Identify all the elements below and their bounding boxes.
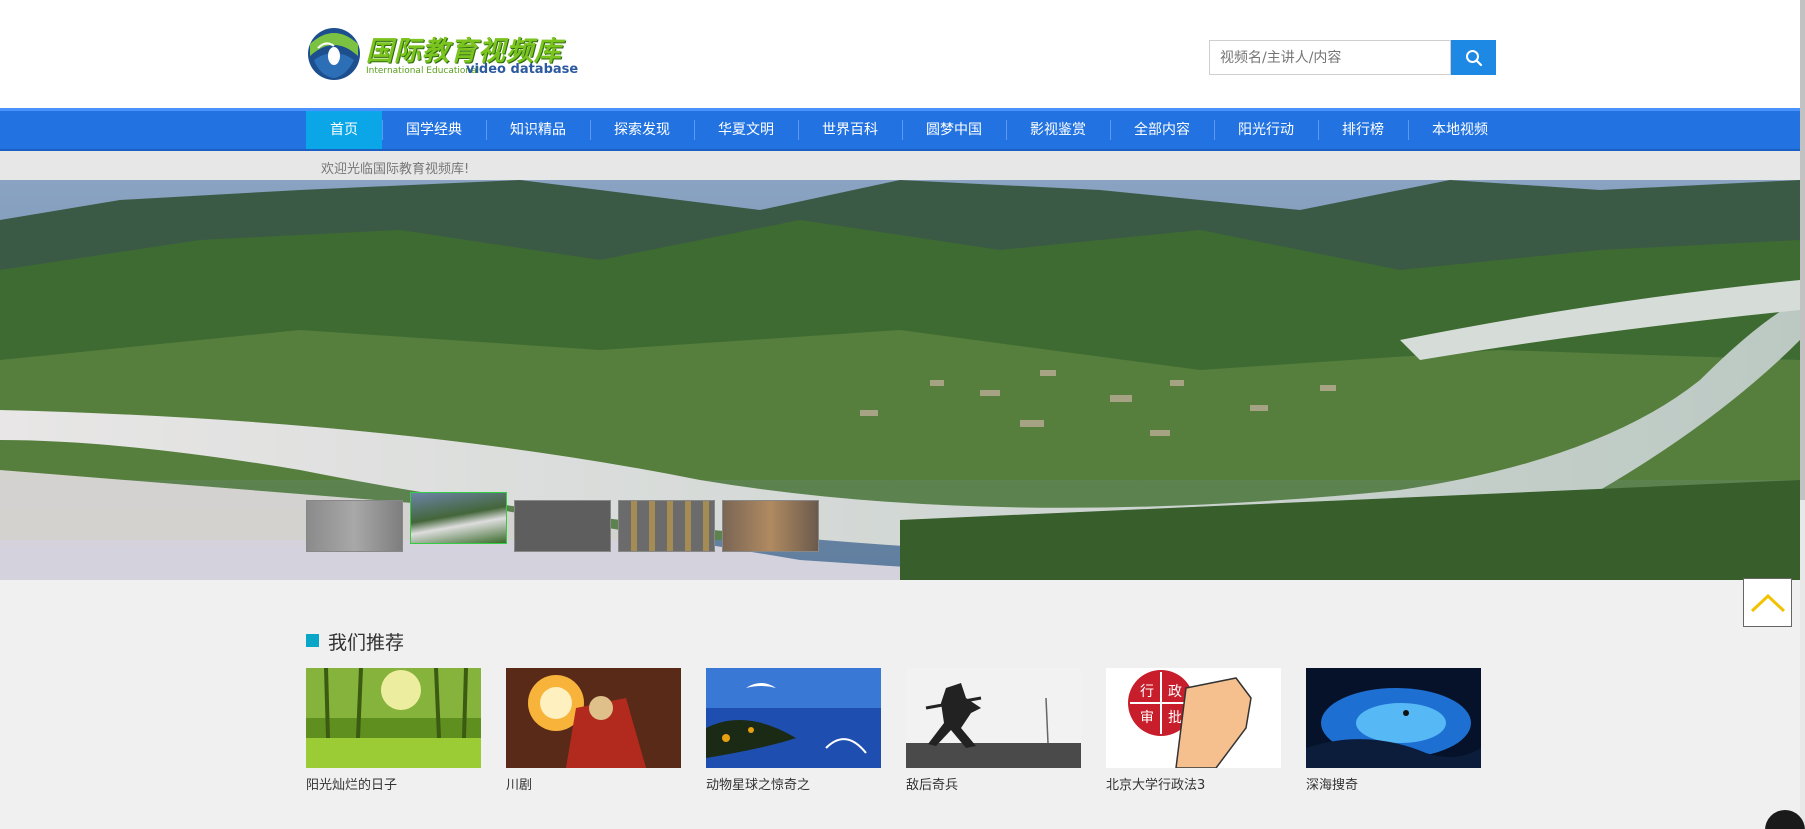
badge-char-1: 行 [1140, 684, 1154, 700]
nav-item-2[interactable]: 国学经典 [382, 111, 486, 149]
logo-subtitle-en: International Educational [366, 66, 480, 76]
banner-thumb-1[interactable] [306, 500, 403, 552]
badge-char-4: 批 [1168, 710, 1182, 726]
card-title: 川剧 [506, 778, 533, 793]
site-logo[interactable]: 国际教育视频库 International Educational video … [306, 26, 578, 82]
site-header: 国际教育视频库 International Educational video … [0, 0, 1800, 108]
welcome-message: 欢迎光临国际教育视频库! [321, 162, 470, 177]
chevron-up-icon [1750, 593, 1785, 612]
scrollbar-thumb[interactable] [1800, 0, 1805, 500]
main-nav: 首页 国学经典 知识精品 探索发现 华夏文明 世界百科 圆梦中国 影视鉴赏 全部内容 阳光行动 排行… [0, 108, 1800, 151]
card-title: 敌后奇兵 [906, 778, 959, 793]
nav-item-10[interactable]: 阳光行动 [1214, 111, 1318, 149]
card-thumbnail-birds [706, 668, 881, 768]
welcome-bar: 欢迎光临国际教育视频库! [0, 151, 1800, 180]
nav-item-3[interactable]: 知识精品 [486, 111, 590, 149]
nav-item-9[interactable]: 全部内容 [1110, 111, 1214, 149]
search-icon [1465, 49, 1482, 66]
card-thumbnail-sunlit-forest [306, 668, 481, 768]
floating-widget[interactable] [1765, 810, 1805, 829]
recommend-card[interactable]: 深海搜奇 [1306, 668, 1481, 798]
section-title-recommend: 我们推荐 [328, 632, 405, 654]
banner-thumb-4[interactable] [618, 500, 715, 552]
nav-items: 首页 国学经典 知识精品 探索发现 华夏文明 世界百科 圆梦中国 影视鉴赏 全部内容 阳光行动 排行… [306, 111, 1512, 149]
recommend-card[interactable]: 阳光灿烂的日子 [306, 668, 481, 798]
globe-logo-icon [308, 28, 360, 80]
banner-thumb-3[interactable] [514, 500, 611, 552]
logo-subtitle-db: video database [466, 62, 579, 77]
card-thumbnail-sichuan-opera [506, 668, 681, 768]
badge-char-2: 政 [1168, 684, 1182, 700]
banner-thumb-5[interactable] [722, 500, 819, 552]
card-title: 深海搜奇 [1306, 778, 1359, 793]
card-title: 阳光灿烂的日子 [306, 778, 398, 793]
card-title: 北京大学行政法3 [1106, 778, 1206, 793]
card-thumbnail-fist: 行 政 审 批 [1106, 668, 1281, 768]
recommend-card[interactable]: 动物星球之惊奇之 [706, 668, 881, 798]
search-button[interactable] [1451, 40, 1496, 75]
nav-item-12[interactable]: 本地视频 [1408, 111, 1512, 149]
recommend-list: 阳光灿烂的日子 川剧 动物星球之惊奇之 敌后奇兵 行 政 审 批 北京大学行政法… [306, 668, 1506, 798]
card-title: 动物星球之惊奇之 [706, 778, 811, 793]
nav-item-1[interactable]: 首页 [306, 111, 382, 149]
recommend-card[interactable]: 行 政 审 批 北京大学行政法3 [1106, 668, 1281, 798]
nav-item-8[interactable]: 影视鉴赏 [1006, 111, 1110, 149]
banner-thumb-2[interactable] [410, 492, 507, 544]
recommend-card[interactable]: 川剧 [506, 668, 681, 798]
banner-landscape-image [0, 180, 1800, 580]
card-thumbnail-deep-sea [1306, 668, 1481, 768]
section-title-marker [306, 634, 319, 647]
recommend-card[interactable]: 敌后奇兵 [906, 668, 1081, 798]
badge-char-3: 审 [1140, 710, 1154, 726]
search-input[interactable] [1209, 40, 1451, 75]
nav-item-6[interactable]: 世界百科 [798, 111, 902, 149]
back-to-top-button[interactable] [1743, 578, 1792, 627]
card-thumbnail-soldier [906, 668, 1081, 768]
nav-item-11[interactable]: 排行榜 [1318, 111, 1408, 149]
nav-item-7[interactable]: 圆梦中国 [902, 111, 1006, 149]
banner-carousel[interactable] [0, 180, 1800, 580]
nav-item-4[interactable]: 探索发现 [590, 111, 694, 149]
nav-item-5[interactable]: 华夏文明 [694, 111, 798, 149]
